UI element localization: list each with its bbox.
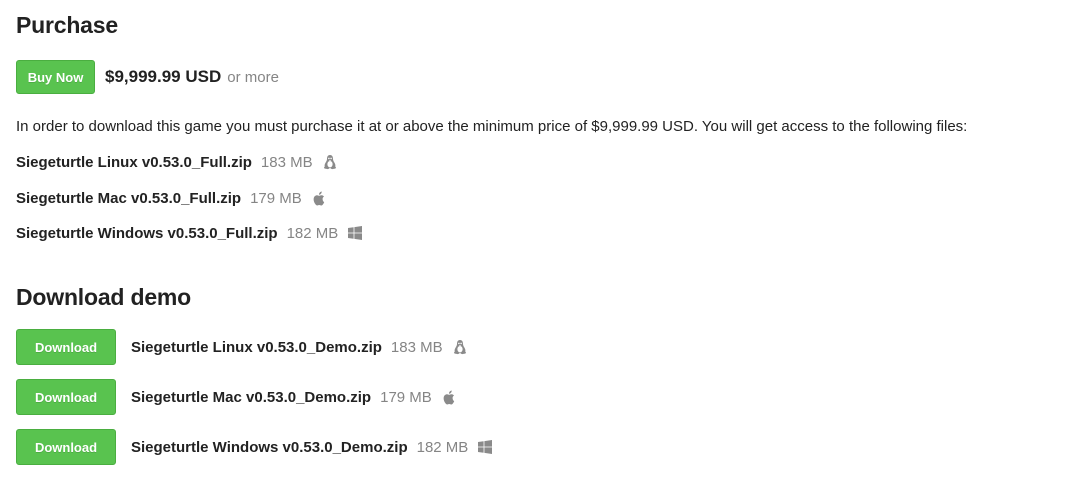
file-row-linux-full: Siegeturtle Linux v0.53.0_Full.zip 183 M… — [16, 151, 338, 173]
file-size: 179 MB — [250, 189, 302, 207]
file-name: Siegeturtle Windows v0.53.0_Full.zip — [16, 224, 278, 242]
demo-row-mac: Download Siegeturtle Mac v0.53.0_Demo.zi… — [16, 379, 457, 415]
purchase-notice: In order to download this game you must … — [16, 118, 968, 135]
file-size: 182 MB — [416, 438, 469, 456]
file-row-mac-full: Siegeturtle Mac v0.53.0_Full.zip 179 MB — [16, 187, 327, 209]
file-size: 183 MB — [390, 338, 443, 356]
apple-icon — [441, 389, 457, 405]
linux-icon — [452, 339, 468, 355]
buy-row: Buy Now $9,999.99 USD or more — [16, 60, 279, 94]
download-demo-heading: Download demo — [16, 284, 192, 310]
download-button[interactable]: Download — [16, 329, 116, 365]
or-more-label: or more — [227, 68, 279, 86]
file-name: Siegeturtle Mac v0.53.0_Demo.zip — [131, 388, 372, 406]
file-name: Siegeturtle Linux v0.53.0_Full.zip — [16, 153, 252, 171]
demo-row-linux: Download Siegeturtle Linux v0.53.0_Demo.… — [16, 329, 468, 365]
download-button[interactable]: Download — [16, 379, 116, 415]
linux-icon — [322, 154, 338, 170]
file-size: 179 MB — [380, 388, 432, 406]
windows-icon — [477, 439, 493, 455]
demo-row-windows: Download Siegeturtle Windows v0.53.0_Dem… — [16, 429, 493, 465]
file-row-windows-full: Siegeturtle Windows v0.53.0_Full.zip 182… — [16, 222, 363, 244]
file-name: Siegeturtle Linux v0.53.0_Demo.zip — [131, 338, 382, 356]
file-name: Siegeturtle Mac v0.53.0_Full.zip — [16, 189, 242, 207]
file-size: 183 MB — [260, 153, 313, 171]
windows-icon — [347, 225, 363, 241]
file-name: Siegeturtle Windows v0.53.0_Demo.zip — [131, 438, 408, 456]
apple-icon — [311, 190, 327, 206]
file-size: 182 MB — [286, 224, 339, 242]
buy-now-button[interactable]: Buy Now — [16, 60, 95, 94]
purchase-heading: Purchase — [16, 12, 118, 38]
download-button[interactable]: Download — [16, 429, 116, 465]
price-label: $9,999.99 USD — [105, 67, 222, 86]
